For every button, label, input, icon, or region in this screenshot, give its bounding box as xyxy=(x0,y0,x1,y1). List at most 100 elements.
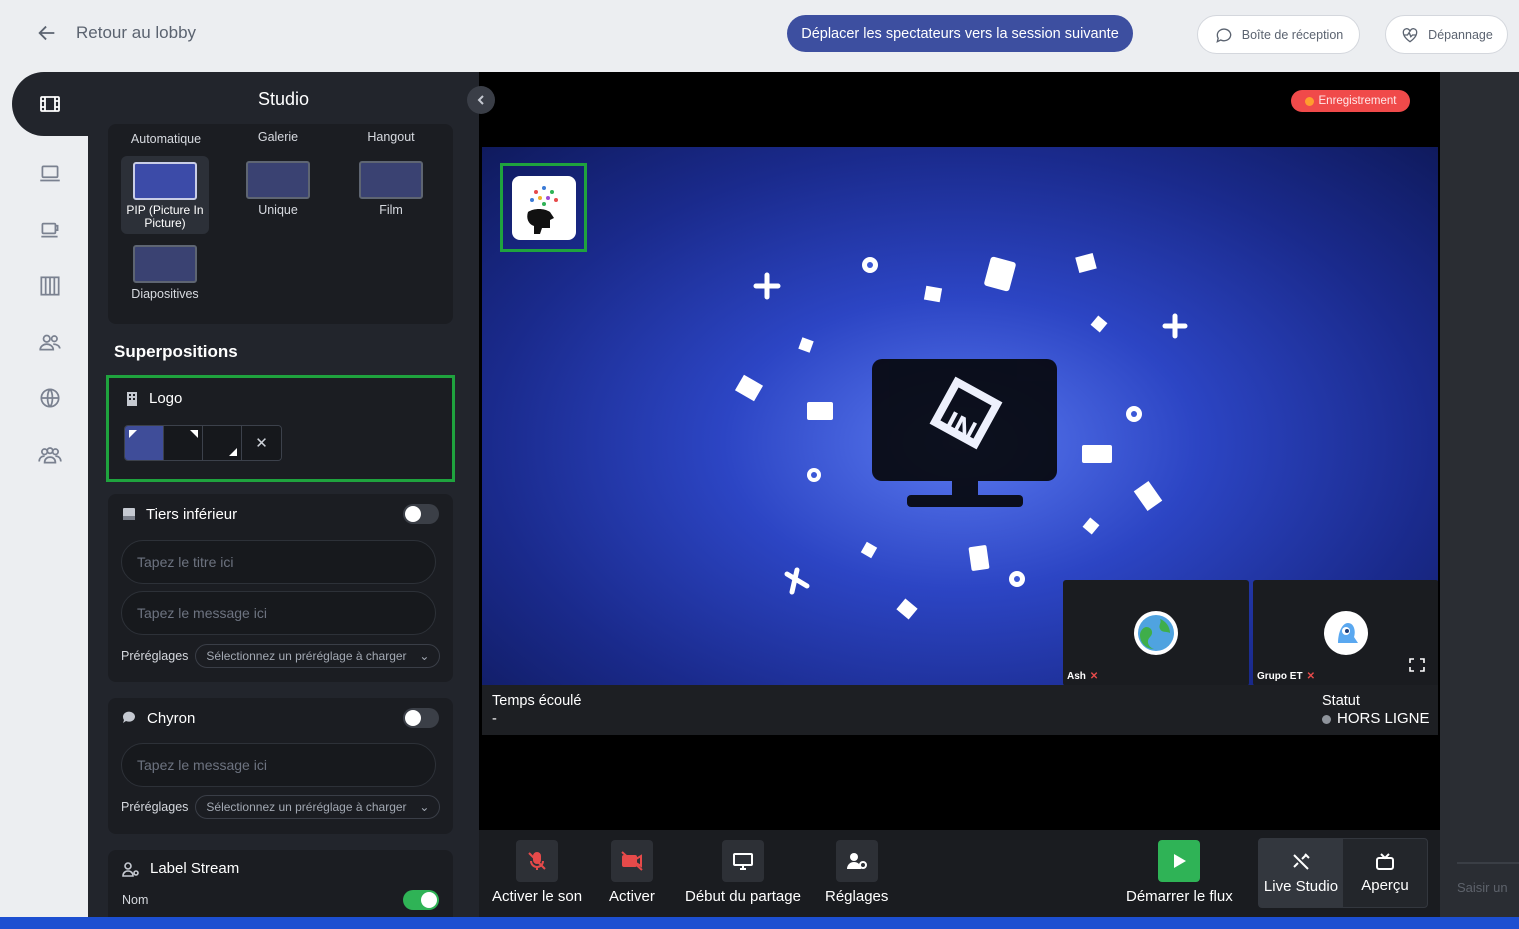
chevron-down-icon: ⌄ xyxy=(419,800,430,814)
chyron-header: Chyron xyxy=(122,708,439,728)
nav-laptop[interactable] xyxy=(36,160,64,188)
mic-off-icon xyxy=(516,840,559,882)
coffee-icon xyxy=(41,222,59,238)
settings-button[interactable]: Réglages xyxy=(825,840,888,905)
label-stream-card: Label Stream Nom xyxy=(108,850,453,917)
video-scene: IN Ash ✕ Grupo ET ✕ xyxy=(482,147,1438,685)
chyron-message-input[interactable] xyxy=(121,743,436,787)
start-stream-label: Démarrer le flux xyxy=(1126,888,1233,905)
chat-input[interactable]: Saisir un xyxy=(1457,880,1519,895)
layout-label: Unique xyxy=(258,203,298,217)
nav-group[interactable] xyxy=(36,441,64,469)
elapsed-time: Temps écoulé - xyxy=(492,692,581,728)
film-icon xyxy=(40,96,60,112)
nav-coffee[interactable] xyxy=(36,215,64,243)
layout-pip[interactable]: PIP (Picture In Picture) xyxy=(121,156,209,234)
mic-muted-icon: ✕ xyxy=(1306,671,1315,682)
chevron-left-icon xyxy=(477,95,484,105)
remove-logo-button[interactable]: ✕ xyxy=(242,426,281,460)
camera-off-icon xyxy=(610,840,653,882)
fullscreen-icon[interactable] xyxy=(1409,658,1425,672)
nav-globe[interactable] xyxy=(36,384,64,412)
preview-label: Aperçu xyxy=(1361,876,1409,894)
logo-overlay xyxy=(500,163,587,252)
label-stream-header: Label Stream xyxy=(122,860,439,877)
position-top-right-button[interactable] xyxy=(164,426,203,460)
layout-label: Automatique xyxy=(130,132,202,146)
participant-name: Grupo ET ✕ xyxy=(1257,671,1315,682)
chevron-down-icon: ⌄ xyxy=(419,649,430,663)
layout-hangout[interactable]: Hangout xyxy=(347,130,435,144)
lower-third-label: Tiers inférieur xyxy=(146,505,238,523)
layout-label: Diapositives xyxy=(131,287,199,301)
layout-label: Galerie xyxy=(257,130,299,144)
chyron-label: Chyron xyxy=(147,709,196,727)
participant-tile[interactable]: Grupo ET ✕ xyxy=(1253,580,1438,685)
troubleshoot-button[interactable]: Dépannage xyxy=(1385,15,1508,54)
position-top-left-button[interactable] xyxy=(125,426,164,460)
character-avatar-icon xyxy=(1328,615,1364,651)
logo-label: Logo xyxy=(149,390,183,407)
move-viewers-button[interactable]: Déplacer les spectateurs vers la session… xyxy=(787,15,1133,52)
label-stream-name-toggle[interactable] xyxy=(403,890,439,910)
presets-label: Préréglages xyxy=(121,649,189,663)
globe-avatar-icon xyxy=(1138,615,1174,651)
label-stream-label: Label Stream xyxy=(150,860,240,877)
preset-select-value: Sélectionnez un préréglage à charger xyxy=(206,800,407,814)
lower-third-preset-select[interactable]: Sélectionnez un préréglage à charger ⌄ xyxy=(195,644,441,668)
preview-tab[interactable]: Aperçu xyxy=(1343,839,1427,907)
recording-label: Enregistrement xyxy=(1318,95,1397,107)
left-nav xyxy=(0,72,104,917)
globe-icon xyxy=(40,388,60,408)
participant-tile[interactable]: Ash ✕ xyxy=(1063,580,1249,685)
unmute-label: Activer le son xyxy=(492,888,583,905)
layout-gallery[interactable]: Galerie xyxy=(234,130,322,144)
camera-button[interactable]: Activer xyxy=(609,840,655,905)
monitor-icon xyxy=(721,840,764,882)
elapsed-value: - xyxy=(492,711,497,727)
play-icon xyxy=(1158,840,1201,882)
nav-people[interactable] xyxy=(36,328,64,356)
logo-image xyxy=(511,175,576,240)
back-to-lobby-link[interactable]: Retour au lobby xyxy=(36,22,196,44)
status-label: Statut xyxy=(1322,693,1360,709)
lower-third-title-input[interactable] xyxy=(121,540,436,584)
collapse-panel-button[interactable] xyxy=(467,86,495,114)
brain-head-logo xyxy=(526,185,558,234)
layout-automatic[interactable]: Automatique xyxy=(122,132,210,146)
nav-columns[interactable] xyxy=(36,272,64,300)
share-button[interactable]: Début du partage xyxy=(685,840,801,905)
share-label: Début du partage xyxy=(685,888,801,905)
layout-film[interactable]: Film xyxy=(347,161,435,217)
logo-overlay-card: Logo ✕ xyxy=(106,375,455,482)
user-gear-icon xyxy=(835,840,878,882)
close-icon: ✕ xyxy=(255,435,268,452)
laptop-icon xyxy=(40,165,60,182)
chat-panel xyxy=(1440,72,1519,917)
inbox-button[interactable]: Boîte de réception xyxy=(1197,15,1360,54)
settings-label: Réglages xyxy=(825,888,889,905)
lower-third-message-input[interactable] xyxy=(121,591,436,635)
info-bar: Temps écoulé - Statut HORS LIGNE xyxy=(482,685,1438,735)
unmute-button[interactable]: Activer le son xyxy=(492,840,582,905)
panel-title: Studio xyxy=(257,89,310,109)
layout-slides[interactable]: Diapositives xyxy=(121,245,209,301)
lower-third-presets: Préréglages Sélectionnez un préréglage à… xyxy=(121,644,441,668)
live-studio-tab[interactable]: Live Studio xyxy=(1259,839,1343,907)
layout-card: Automatique Galerie Hangout PIP (Picture… xyxy=(108,124,453,324)
chyron-preset-select[interactable]: Sélectionnez un préréglage à charger ⌄ xyxy=(195,795,441,819)
chat-bubble-icon xyxy=(1216,27,1232,43)
elapsed-label: Temps écoulé xyxy=(492,693,582,709)
troubleshoot-label: Dépannage xyxy=(1428,27,1493,42)
position-bottom-right-button[interactable] xyxy=(203,426,242,460)
mic-muted-icon: ✕ xyxy=(1089,671,1099,682)
layout-thumbnail xyxy=(359,161,423,199)
chyron-toggle[interactable] xyxy=(403,708,439,728)
layout-label: Film xyxy=(379,203,403,217)
lower-third-toggle[interactable] xyxy=(403,504,439,524)
layout-single[interactable]: Unique xyxy=(234,161,322,217)
lower-third-header: Tiers inférieur xyxy=(122,504,439,524)
avatar xyxy=(1134,611,1178,655)
recording-badge: Enregistrement xyxy=(1291,90,1410,112)
start-stream-button[interactable]: Démarrer le flux xyxy=(1126,840,1233,905)
